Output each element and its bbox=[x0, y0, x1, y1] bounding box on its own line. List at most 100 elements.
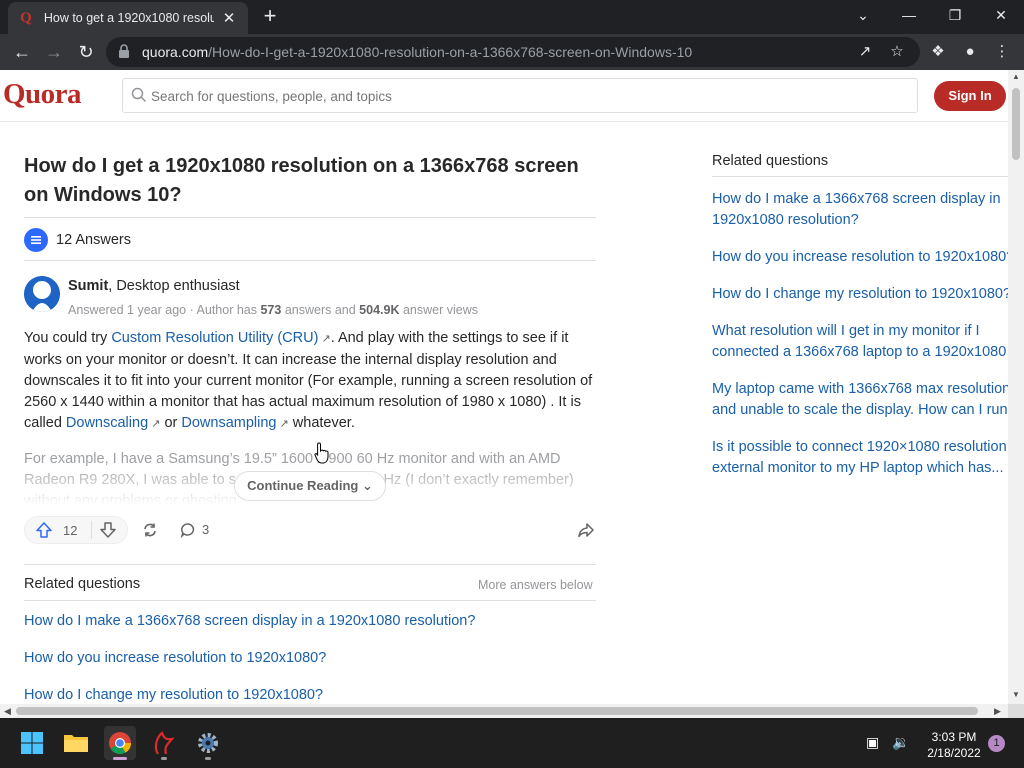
vertical-scrollbar[interactable]: ▲ ▼ bbox=[1008, 70, 1024, 704]
body-text-3: or bbox=[164, 415, 182, 431]
network-icon[interactable]: ▣ bbox=[866, 734, 879, 751]
scrollbar-corner bbox=[1008, 704, 1024, 718]
address-bar[interactable]: quora.com/How-do-I-get-a-1920x1080-resol… bbox=[106, 37, 920, 67]
quora-logo[interactable]: Quora bbox=[3, 78, 82, 111]
share-repost-icon[interactable] bbox=[141, 521, 159, 539]
sidebar-related-link[interactable]: Is it possible to connect 1920×1080 reso… bbox=[712, 437, 1008, 479]
window-close-button[interactable]: ✕ bbox=[978, 0, 1024, 30]
url-text: quora.com/How-do-I-get-a-1920x1080-resol… bbox=[142, 44, 692, 60]
back-arrow-icon[interactable]: ← bbox=[8, 38, 36, 66]
body-text-4: whatever. bbox=[292, 415, 355, 431]
gear-icon bbox=[198, 733, 218, 753]
sidebar-related-link[interactable]: My laptop came with 1366x768 max resolut… bbox=[712, 379, 1008, 421]
related-question-link[interactable]: How do I make a 1366x768 screen display … bbox=[24, 613, 475, 629]
sidebar-related-link[interactable]: How do you increase resolution to 1920x1… bbox=[712, 247, 1008, 268]
sidebar-related-heading: Related questions bbox=[712, 153, 829, 169]
web-page: Quora Sign In How do I get a 1920x1080 r… bbox=[0, 70, 1008, 704]
meta-end: answer views bbox=[399, 303, 478, 317]
chrome-button[interactable] bbox=[104, 726, 136, 760]
divider bbox=[24, 600, 596, 601]
scroll-down-icon[interactable]: ▼ bbox=[1011, 690, 1021, 699]
link-line: Is it possible to connect 1920×1080 reso… bbox=[712, 439, 1007, 455]
vertical-scroll-thumb[interactable] bbox=[1012, 88, 1020, 160]
more-answers-below: More answers below bbox=[478, 578, 593, 592]
quora-search-box[interactable] bbox=[122, 78, 918, 113]
body-text-1: You could try bbox=[24, 330, 112, 346]
related-question-link[interactable]: How do I change my resolution to 1920x10… bbox=[24, 687, 323, 703]
divider bbox=[24, 564, 596, 565]
scroll-right-icon[interactable]: ▶ bbox=[994, 706, 1001, 717]
link-line: external monitor to my HP laptop which h… bbox=[712, 460, 1004, 476]
related-question-link[interactable]: How do you increase resolution to 1920x1… bbox=[24, 650, 326, 666]
horizontal-scrollbar[interactable]: ◀ ▶ bbox=[0, 704, 1008, 718]
date-text: 2/18/2022 bbox=[927, 746, 981, 760]
browser-menu-icon[interactable]: ⋮ bbox=[992, 42, 1012, 62]
app-button[interactable] bbox=[148, 726, 180, 760]
search-icon bbox=[131, 87, 147, 103]
answer-body: You could try Custom Resolution Utility … bbox=[24, 328, 599, 435]
clock[interactable]: 3:03 PM 2/18/2022 bbox=[918, 729, 990, 761]
url-path: /How-do-I-get-a-1920x1080-resolution-on-… bbox=[208, 44, 693, 60]
file-explorer-button[interactable] bbox=[60, 726, 92, 760]
continue-reading-label: Continue Reading bbox=[247, 478, 359, 493]
external-link-icon: ↗ bbox=[318, 333, 331, 345]
tab-strip: Q How to get a 1920x1080 resolution on a… bbox=[0, 0, 1024, 34]
sidebar-related-link[interactable]: How do I change my resolution to 1920x10… bbox=[712, 284, 1008, 305]
vote-separator bbox=[91, 521, 92, 539]
share-icon[interactable]: ↗ bbox=[856, 43, 874, 61]
tab-search-chevron-icon[interactable]: ⌄ bbox=[840, 0, 886, 30]
hand-cursor-icon bbox=[314, 442, 329, 464]
chevron-down-icon: ⌄ bbox=[361, 478, 373, 493]
minimize-button[interactable]: — bbox=[886, 0, 932, 30]
sign-in-button[interactable]: Sign In bbox=[934, 81, 1006, 111]
notification-badge[interactable]: 1 bbox=[988, 735, 1005, 752]
extensions-puzzle-icon[interactable]: ❖ bbox=[928, 42, 948, 62]
meta-answers-count: 573 bbox=[260, 303, 282, 317]
divider bbox=[24, 217, 596, 218]
comment-count: 3 bbox=[202, 522, 210, 537]
link-line: How do I make a 1366x768 screen display … bbox=[712, 191, 1001, 207]
restore-button[interactable]: ❐ bbox=[932, 0, 978, 30]
meta-views-count: 504.9K bbox=[359, 303, 400, 317]
new-tab-button[interactable]: + bbox=[258, 5, 282, 29]
scroll-left-icon[interactable]: ◀ bbox=[4, 706, 11, 717]
scroll-up-icon[interactable]: ▲ bbox=[1011, 72, 1021, 81]
link-line: 1920x1080 resolution? bbox=[712, 212, 859, 228]
meta-answered: Answered 1 year ago · Author has bbox=[68, 303, 261, 317]
downscaling-link[interactable]: Downscaling bbox=[66, 415, 148, 431]
bookmark-star-icon[interactable]: ☆ bbox=[888, 43, 906, 61]
upvote-icon[interactable] bbox=[35, 521, 53, 539]
continue-reading-button[interactable]: Continue Reading ⌄ bbox=[234, 471, 386, 501]
settings-button[interactable] bbox=[192, 726, 224, 760]
divider bbox=[712, 176, 1008, 177]
link-line: connected a 1366x768 laptop to a 1920x10… bbox=[712, 344, 1007, 360]
downvote-icon[interactable] bbox=[99, 521, 117, 539]
external-link-icon: ↗ bbox=[276, 418, 289, 430]
sidebar-related-link[interactable]: How do I make a 1366x768 screen display … bbox=[712, 189, 1008, 231]
active-indicator bbox=[113, 757, 127, 760]
browser-tab[interactable]: Q How to get a 1920x1080 resolution on a… bbox=[8, 2, 248, 34]
running-indicator bbox=[161, 757, 167, 760]
horizontal-scroll-thumb[interactable] bbox=[16, 707, 978, 715]
search-input[interactable] bbox=[151, 86, 891, 106]
volume-icon[interactable]: 🔉 bbox=[892, 734, 909, 751]
sidebar-related-link[interactable]: What resolution will I get in my monitor… bbox=[712, 321, 1008, 363]
tab-title: How to get a 1920x1080 resolution on a 1… bbox=[43, 11, 215, 25]
start-button[interactable] bbox=[16, 726, 48, 760]
forward-arrow-icon[interactable]: → bbox=[40, 38, 68, 66]
author-name[interactable]: Sumit bbox=[68, 278, 108, 294]
folder-icon bbox=[64, 735, 88, 752]
tab-close-icon[interactable]: ✕ bbox=[220, 9, 238, 27]
reload-icon[interactable]: ↻ bbox=[72, 38, 100, 66]
link-line: My laptop came with 1366x768 max resolut… bbox=[712, 381, 1008, 397]
red-app-icon bbox=[154, 731, 175, 755]
avatar[interactable] bbox=[24, 276, 60, 312]
profile-icon[interactable]: ● bbox=[960, 42, 980, 62]
answer-meta: Answered 1 year ago · Author has 573 ans… bbox=[68, 303, 478, 317]
share-arrow-icon[interactable] bbox=[577, 521, 595, 539]
downsampling-link[interactable]: Downsampling bbox=[181, 415, 276, 431]
cru-link[interactable]: Custom Resolution Utility (CRU) bbox=[111, 330, 318, 346]
link-line: and unable to scale the display. How can… bbox=[712, 402, 1008, 418]
comment-icon[interactable] bbox=[179, 521, 197, 539]
answers-count-row: 12 Answers bbox=[24, 228, 131, 252]
